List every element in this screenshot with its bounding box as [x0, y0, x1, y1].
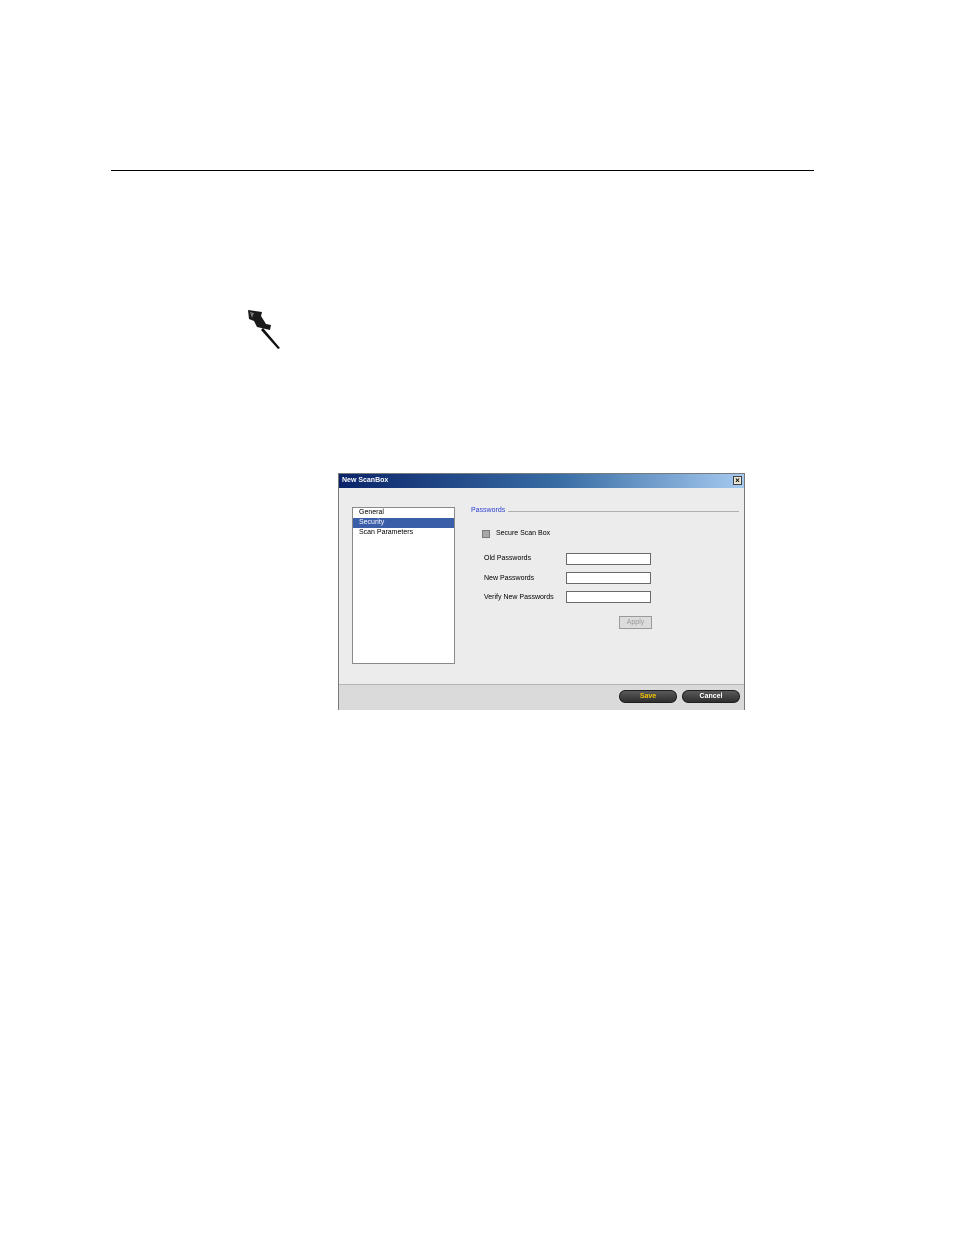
new-password-label: New Passwords [484, 575, 535, 582]
verify-password-label: Verify New Passwords [484, 594, 554, 601]
nav-item-general[interactable]: General [353, 508, 454, 518]
dialog-title: New ScanBox [342, 477, 389, 484]
category-list: General Security Scan Parameters [352, 507, 455, 664]
verify-password-field[interactable] [566, 591, 651, 603]
old-password-field[interactable] [566, 553, 651, 565]
header-rule [111, 170, 814, 171]
secure-scanbox-checkbox[interactable] [482, 530, 490, 538]
apply-button[interactable]: Apply [619, 616, 652, 629]
new-scanbox-dialog: New ScanBox × General Security Scan Para… [338, 473, 745, 710]
nav-item-security[interactable]: Security [353, 518, 454, 528]
dialog-footer: Save Cancel [339, 684, 744, 710]
cancel-button[interactable]: Cancel [682, 690, 740, 703]
secure-scanbox-label: Secure Scan Box [496, 530, 551, 537]
dialog-titlebar[interactable]: New ScanBox × [339, 474, 744, 488]
old-password-label: Old Passwords [484, 555, 532, 562]
new-password-field[interactable] [566, 572, 651, 584]
nav-item-scan-parameters[interactable]: Scan Parameters [353, 528, 454, 538]
pushpin-icon [248, 310, 280, 349]
group-divider [471, 511, 739, 512]
passwords-group-title: Passwords [471, 506, 509, 516]
save-button[interactable]: Save [619, 690, 677, 703]
close-icon[interactable]: × [733, 476, 742, 485]
